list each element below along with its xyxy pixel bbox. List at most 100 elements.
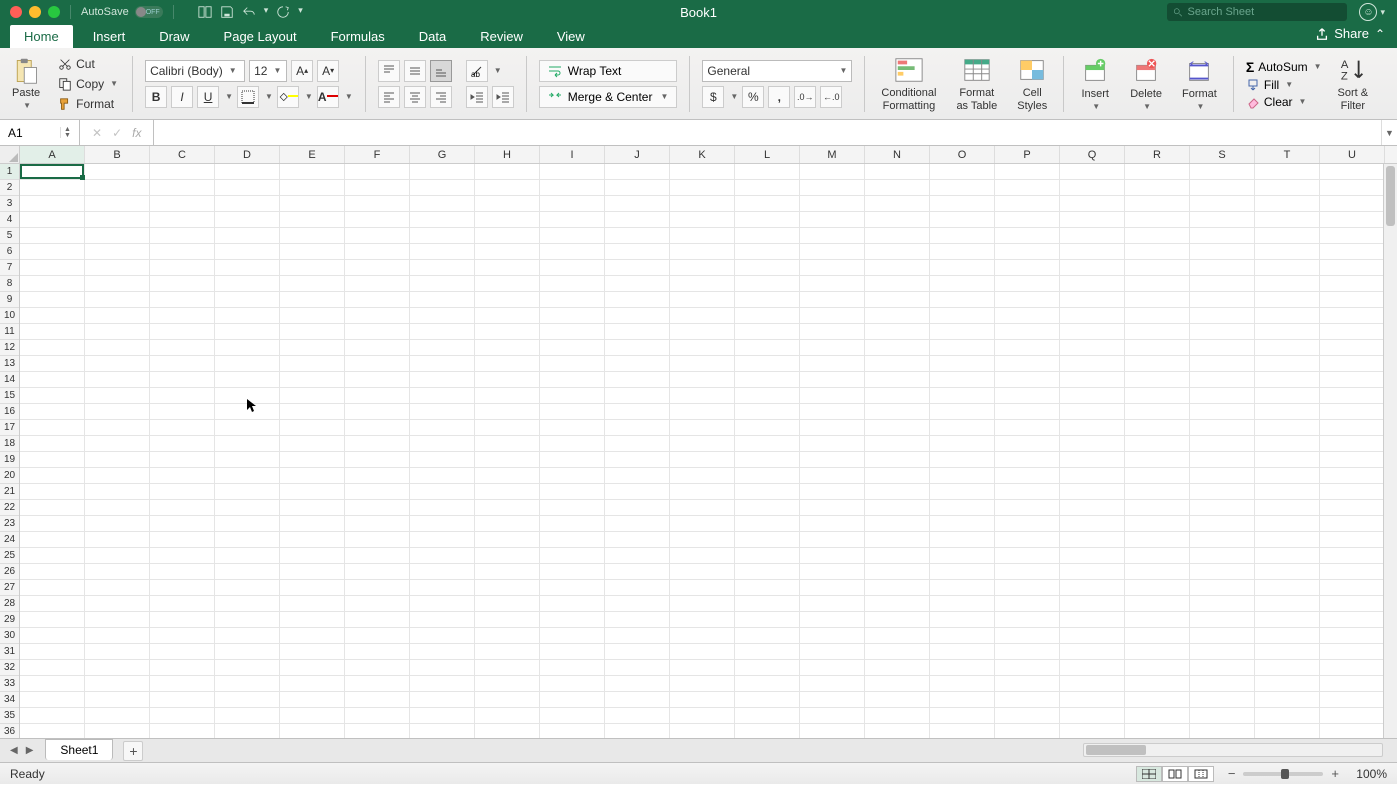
font-color-button[interactable]: A xyxy=(317,86,339,108)
cell-O27[interactable] xyxy=(930,580,995,596)
cell-L18[interactable] xyxy=(735,436,800,452)
cell-D1[interactable] xyxy=(215,164,280,180)
cell-M20[interactable] xyxy=(800,468,865,484)
row-header-17[interactable]: 17 xyxy=(0,420,19,436)
cell-L20[interactable] xyxy=(735,468,800,484)
cell-G14[interactable] xyxy=(410,372,475,388)
cell-A30[interactable] xyxy=(20,628,85,644)
cell-N36[interactable] xyxy=(865,724,930,738)
cell-C9[interactable] xyxy=(150,292,215,308)
cell-K19[interactable] xyxy=(670,452,735,468)
cell-O36[interactable] xyxy=(930,724,995,738)
cell-E1[interactable] xyxy=(280,164,345,180)
cell-B25[interactable] xyxy=(85,548,150,564)
cell-S34[interactable] xyxy=(1190,692,1255,708)
cell-K12[interactable] xyxy=(670,340,735,356)
cell-N28[interactable] xyxy=(865,596,930,612)
cell-D28[interactable] xyxy=(215,596,280,612)
cell-T7[interactable] xyxy=(1255,260,1320,276)
cell-T4[interactable] xyxy=(1255,212,1320,228)
column-header-H[interactable]: H xyxy=(475,146,540,163)
cell-C7[interactable] xyxy=(150,260,215,276)
cell-H33[interactable] xyxy=(475,676,540,692)
cell-E36[interactable] xyxy=(280,724,345,738)
cell-U34[interactable] xyxy=(1320,692,1385,708)
cell-N23[interactable] xyxy=(865,516,930,532)
cell-N27[interactable] xyxy=(865,580,930,596)
cell-L25[interactable] xyxy=(735,548,800,564)
cell-R2[interactable] xyxy=(1125,180,1190,196)
cell-C6[interactable] xyxy=(150,244,215,260)
cell-A23[interactable] xyxy=(20,516,85,532)
cell-O25[interactable] xyxy=(930,548,995,564)
cell-G4[interactable] xyxy=(410,212,475,228)
column-header-F[interactable]: F xyxy=(345,146,410,163)
cell-E6[interactable] xyxy=(280,244,345,260)
cell-E14[interactable] xyxy=(280,372,345,388)
row-header-5[interactable]: 5 xyxy=(0,228,19,244)
cell-G18[interactable] xyxy=(410,436,475,452)
cell-S7[interactable] xyxy=(1190,260,1255,276)
cell-Q14[interactable] xyxy=(1060,372,1125,388)
cell-Q28[interactable] xyxy=(1060,596,1125,612)
cell-N11[interactable] xyxy=(865,324,930,340)
cell-A29[interactable] xyxy=(20,612,85,628)
cell-D2[interactable] xyxy=(215,180,280,196)
cell-S14[interactable] xyxy=(1190,372,1255,388)
cell-F14[interactable] xyxy=(345,372,410,388)
cell-F21[interactable] xyxy=(345,484,410,500)
cell-Q23[interactable] xyxy=(1060,516,1125,532)
cell-J5[interactable] xyxy=(605,228,670,244)
cell-M9[interactable] xyxy=(800,292,865,308)
cell-S15[interactable] xyxy=(1190,388,1255,404)
row-header-19[interactable]: 19 xyxy=(0,452,19,468)
cell-U33[interactable] xyxy=(1320,676,1385,692)
cell-S23[interactable] xyxy=(1190,516,1255,532)
cell-R27[interactable] xyxy=(1125,580,1190,596)
cell-A2[interactable] xyxy=(20,180,85,196)
cell-Q19[interactable] xyxy=(1060,452,1125,468)
cell-K10[interactable] xyxy=(670,308,735,324)
cell-O6[interactable] xyxy=(930,244,995,260)
decrease-font-size-button[interactable]: A▾ xyxy=(317,60,339,82)
cell-K34[interactable] xyxy=(670,692,735,708)
cell-A6[interactable] xyxy=(20,244,85,260)
cell-O31[interactable] xyxy=(930,644,995,660)
cell-R35[interactable] xyxy=(1125,708,1190,724)
cell-S16[interactable] xyxy=(1190,404,1255,420)
cell-J31[interactable] xyxy=(605,644,670,660)
cell-T27[interactable] xyxy=(1255,580,1320,596)
cell-L30[interactable] xyxy=(735,628,800,644)
cell-B24[interactable] xyxy=(85,532,150,548)
align-center-button[interactable] xyxy=(404,86,426,108)
cell-I5[interactable] xyxy=(540,228,605,244)
cell-D5[interactable] xyxy=(215,228,280,244)
cell-B27[interactable] xyxy=(85,580,150,596)
cell-S18[interactable] xyxy=(1190,436,1255,452)
cell-R22[interactable] xyxy=(1125,500,1190,516)
cell-Q3[interactable] xyxy=(1060,196,1125,212)
cell-I34[interactable] xyxy=(540,692,605,708)
cell-Q9[interactable] xyxy=(1060,292,1125,308)
cell-L1[interactable] xyxy=(735,164,800,180)
cell-U36[interactable] xyxy=(1320,724,1385,738)
cell-R9[interactable] xyxy=(1125,292,1190,308)
cell-S27[interactable] xyxy=(1190,580,1255,596)
cell-J29[interactable] xyxy=(605,612,670,628)
cell-B16[interactable] xyxy=(85,404,150,420)
cell-T18[interactable] xyxy=(1255,436,1320,452)
cell-T13[interactable] xyxy=(1255,356,1320,372)
cell-O19[interactable] xyxy=(930,452,995,468)
cell-H16[interactable] xyxy=(475,404,540,420)
formula-bar[interactable] xyxy=(153,120,1381,145)
cell-U30[interactable] xyxy=(1320,628,1385,644)
cell-M21[interactable] xyxy=(800,484,865,500)
cell-D25[interactable] xyxy=(215,548,280,564)
cell-N31[interactable] xyxy=(865,644,930,660)
cell-J26[interactable] xyxy=(605,564,670,580)
cell-T16[interactable] xyxy=(1255,404,1320,420)
cell-R19[interactable] xyxy=(1125,452,1190,468)
cell-T29[interactable] xyxy=(1255,612,1320,628)
column-header-U[interactable]: U xyxy=(1320,146,1385,163)
cell-G10[interactable] xyxy=(410,308,475,324)
